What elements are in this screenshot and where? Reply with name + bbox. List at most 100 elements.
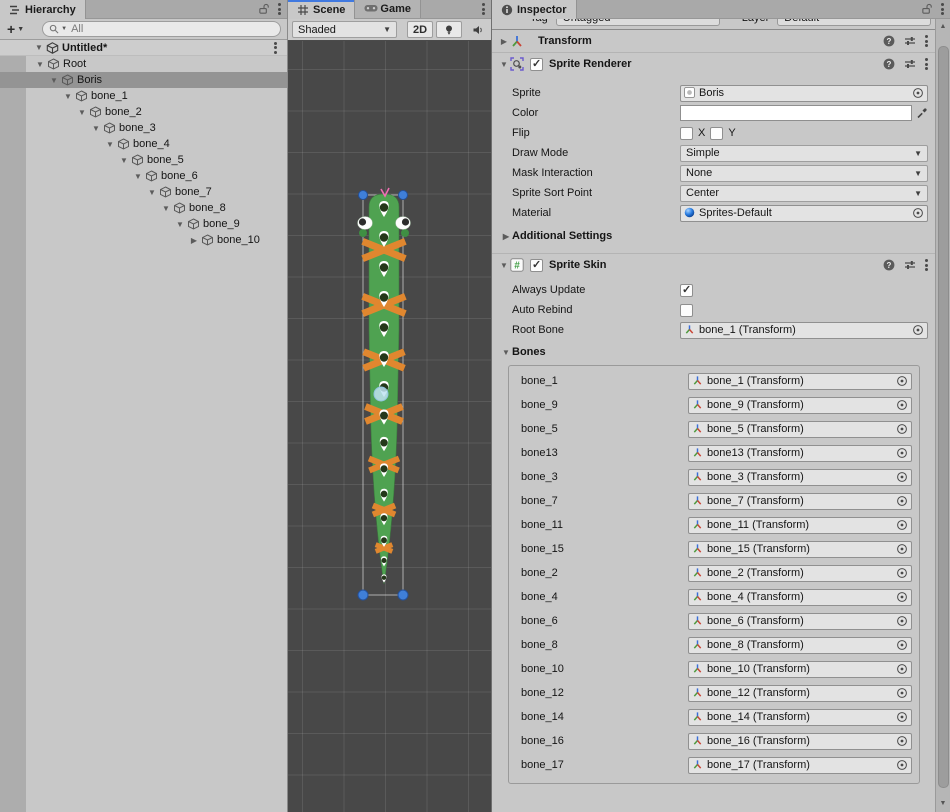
tab-inspector[interactable]: Inspector xyxy=(492,0,577,19)
always-update-checkbox[interactable] xyxy=(680,284,693,297)
object-picker-icon[interactable] xyxy=(912,207,924,219)
2d-toggle-button[interactable]: 2D xyxy=(407,21,433,38)
hierarchy-item[interactable]: ▼ bone_1 xyxy=(0,88,287,104)
kebab-menu-icon[interactable] xyxy=(925,57,928,72)
foldout-icon[interactable]: ▼ xyxy=(498,60,510,69)
layer-dropdown[interactable]: Default xyxy=(777,19,931,26)
kebab-menu-icon[interactable] xyxy=(278,2,281,17)
object-picker-icon[interactable] xyxy=(896,519,908,531)
foldout-icon[interactable]: ▼ xyxy=(498,261,510,270)
foldout-icon[interactable]: ▼ xyxy=(132,172,144,181)
additional-settings-foldout[interactable]: ▶ Additional Settings xyxy=(492,227,936,245)
bone-object-field[interactable]: bone_12 (Transform) xyxy=(688,685,912,702)
sprite-skin-component-header[interactable]: ▼ # Sprite Skin ? xyxy=(492,253,936,276)
presets-icon[interactable] xyxy=(904,58,916,70)
color-swatch[interactable] xyxy=(680,105,912,121)
flip-y-checkbox[interactable] xyxy=(710,127,723,140)
bone-object-field[interactable]: bone_10 (Transform) xyxy=(688,661,912,678)
object-picker-icon[interactable] xyxy=(896,759,908,771)
object-picker-icon[interactable] xyxy=(912,324,924,336)
add-gameobject-button[interactable]: +▼ xyxy=(0,21,28,37)
presets-icon[interactable] xyxy=(904,259,916,271)
object-picker-icon[interactable] xyxy=(896,591,908,603)
presets-icon[interactable] xyxy=(904,35,916,47)
scrollbar-thumb[interactable] xyxy=(938,46,949,788)
bones-foldout[interactable]: ▼ Bones xyxy=(492,343,936,361)
scene-viewport[interactable] xyxy=(288,41,491,812)
search-filter-dropdown-icon[interactable]: ▼ xyxy=(61,26,67,32)
hierarchy-item[interactable]: ▼ Boris xyxy=(0,72,287,88)
object-picker-icon[interactable] xyxy=(896,543,908,555)
sprite-sort-point-dropdown[interactable]: Center▼ xyxy=(680,185,928,202)
hierarchy-item[interactable]: ▼ bone_2 xyxy=(0,104,287,120)
object-picker-icon[interactable] xyxy=(896,735,908,747)
bone-object-field[interactable]: bone_7 (Transform) xyxy=(688,493,912,510)
bone-object-field[interactable]: bone_6 (Transform) xyxy=(688,613,912,630)
sprite-renderer-component-header[interactable]: ▼ Sprite Renderer ? xyxy=(492,53,936,75)
object-picker-icon[interactable] xyxy=(896,639,908,651)
object-picker-icon[interactable] xyxy=(896,663,908,675)
kebab-menu-icon[interactable] xyxy=(925,258,928,273)
bone-object-field[interactable]: bone_11 (Transform) xyxy=(688,517,912,534)
help-icon[interactable]: ? xyxy=(883,259,895,271)
bone-object-field[interactable]: bone_4 (Transform) xyxy=(688,589,912,606)
hierarchy-item[interactable]: ▼ Root xyxy=(0,56,287,72)
foldout-icon[interactable]: ▼ xyxy=(500,348,512,357)
bone-object-field[interactable]: bone_1 (Transform) xyxy=(688,373,912,390)
kebab-menu-icon[interactable] xyxy=(482,2,485,17)
kebab-menu-icon[interactable] xyxy=(925,34,928,49)
help-icon[interactable]: ? xyxy=(883,58,895,70)
eyedropper-icon[interactable] xyxy=(916,107,928,119)
bone-object-field[interactable]: bone_2 (Transform) xyxy=(688,565,912,582)
foldout-icon[interactable]: ▼ xyxy=(146,188,158,197)
object-picker-icon[interactable] xyxy=(896,471,908,483)
foldout-icon[interactable]: ▼ xyxy=(160,204,172,213)
kebab-menu-icon[interactable] xyxy=(941,2,944,17)
object-picker-icon[interactable] xyxy=(896,615,908,627)
inspector-scrollbar[interactable]: ▲ ▼ xyxy=(935,19,950,812)
bone-object-field[interactable]: bone_8 (Transform) xyxy=(688,637,912,654)
foldout-icon[interactable]: ▼ xyxy=(62,92,74,101)
hierarchy-item[interactable]: ▼ bone_4 xyxy=(0,136,287,152)
foldout-icon[interactable]: ▶ xyxy=(500,232,512,241)
object-picker-icon[interactable] xyxy=(896,399,908,411)
bone-object-field[interactable]: bone_5 (Transform) xyxy=(688,421,912,438)
scrollbar-down-arrow[interactable]: ▼ xyxy=(936,798,950,810)
foldout-icon[interactable]: ▼ xyxy=(174,220,186,229)
tab-scene[interactable]: Scene xyxy=(288,0,355,19)
scene-audio-toggle[interactable] xyxy=(465,21,491,38)
foldout-icon[interactable]: ▼ xyxy=(34,60,46,69)
lock-icon[interactable] xyxy=(258,3,270,15)
scene-lighting-toggle[interactable] xyxy=(436,21,462,38)
bone-object-field[interactable]: bone_14 (Transform) xyxy=(688,709,912,726)
bone-object-field[interactable]: bone_3 (Transform) xyxy=(688,469,912,486)
foldout-icon[interactable]: ▼ xyxy=(48,76,60,85)
foldout-icon[interactable]: ▶ xyxy=(188,236,200,245)
bone-object-field[interactable]: bone_16 (Transform) xyxy=(688,733,912,750)
transform-component-header[interactable]: ▶ Transform ? xyxy=(492,30,936,53)
bone-object-field[interactable]: bone_15 (Transform) xyxy=(688,541,912,558)
material-object-field[interactable]: Sprites-Default xyxy=(680,205,928,222)
shading-mode-dropdown[interactable]: Shaded ▼ xyxy=(292,21,397,38)
help-icon[interactable]: ? xyxy=(883,35,895,47)
kebab-menu-icon[interactable] xyxy=(274,40,277,55)
sprite-object-field[interactable]: Boris xyxy=(680,85,928,102)
object-picker-icon[interactable] xyxy=(896,567,908,579)
bone-object-field[interactable]: bone13 (Transform) xyxy=(688,445,912,462)
flip-x-checkbox[interactable] xyxy=(680,127,693,140)
object-picker-icon[interactable] xyxy=(912,87,924,99)
component-enabled-checkbox[interactable] xyxy=(530,58,543,71)
component-enabled-checkbox[interactable] xyxy=(530,259,543,272)
foldout-icon[interactable]: ▶ xyxy=(498,37,510,46)
object-picker-icon[interactable] xyxy=(896,447,908,459)
hierarchy-item[interactable]: ▼ bone_9 xyxy=(0,216,287,232)
object-picker-icon[interactable] xyxy=(896,495,908,507)
hierarchy-item[interactable]: ▼ bone_6 xyxy=(0,168,287,184)
foldout-icon[interactable]: ▼ xyxy=(33,43,45,52)
tab-hierarchy[interactable]: Hierarchy xyxy=(0,0,86,19)
object-picker-icon[interactable] xyxy=(896,423,908,435)
bone-object-field[interactable]: bone_9 (Transform) xyxy=(688,397,912,414)
hierarchy-item[interactable]: ▼ bone_3 xyxy=(0,120,287,136)
object-picker-icon[interactable] xyxy=(896,687,908,699)
hierarchy-item[interactable]: ▼ bone_7 xyxy=(0,184,287,200)
